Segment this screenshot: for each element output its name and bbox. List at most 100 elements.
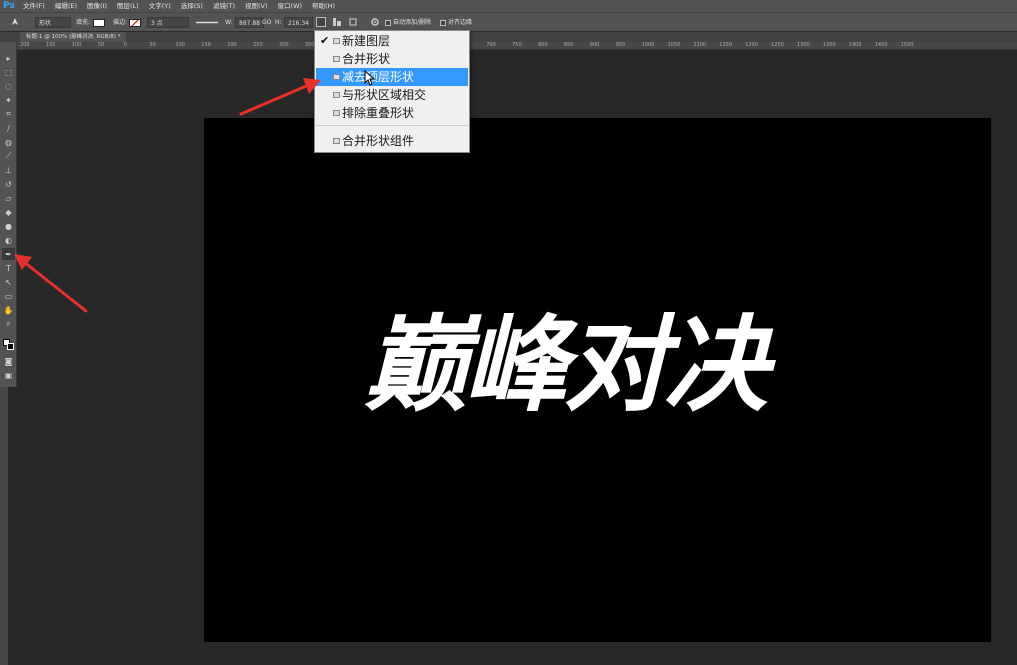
canvas-title-text: 巅峰对决 xyxy=(364,304,768,426)
stroke-type-select[interactable] xyxy=(194,17,220,28)
ruler-tick-label: 0 xyxy=(123,42,127,48)
screen-mode-icon[interactable]: ▣ xyxy=(2,369,15,381)
menu-bar: Ps 文件(F) 编辑(E) 图像(I) 图层(L) 文字(Y) 选择(S) 滤… xyxy=(0,0,1017,12)
clone-stamp-tool-icon[interactable]: ⊥ xyxy=(2,164,15,176)
ruler-tick-label: 1200 xyxy=(745,42,758,48)
path-arrangement-icon[interactable] xyxy=(348,17,358,27)
new-layer-icon xyxy=(333,38,340,44)
menu-item-exclude-overlapping[interactable]: 排除重叠形状 xyxy=(316,104,468,122)
gear-icon[interactable] xyxy=(370,17,380,27)
combine-shapes-icon xyxy=(333,56,340,62)
checkmark-icon: ✔ xyxy=(320,34,330,47)
vertical-ruler xyxy=(0,387,8,665)
subtract-shape-icon xyxy=(333,74,340,80)
options-bar: 形状 填充: 描边: 3 点 W: 887.88 GO H: 216.34 自动… xyxy=(0,12,1017,32)
menu-item-intersect-shapes[interactable]: 与形状区域相交 xyxy=(316,86,468,104)
ruler-tick-label: 1000 xyxy=(641,42,655,48)
menu-view[interactable]: 视图(V) xyxy=(240,0,273,12)
crop-tool-icon[interactable]: ⌗ xyxy=(2,108,15,120)
exclude-shape-icon xyxy=(333,110,340,116)
ruler-tick-label: 950 xyxy=(615,42,626,48)
menu-select[interactable]: 选择(S) xyxy=(176,0,208,12)
ruler-tick-label: 200 xyxy=(20,42,30,48)
ruler-tick-label: 1400 xyxy=(848,42,862,48)
align-edges-label: 对齐边缘 xyxy=(448,19,473,26)
width-label: W: xyxy=(225,19,233,26)
ruler-tick-label: 1350 xyxy=(822,42,836,48)
brush-tool-icon[interactable]: ⟋ xyxy=(2,150,15,162)
menu-item-new-layer[interactable]: ✔ 新建图层 xyxy=(316,32,468,50)
ruler-tick-label: 50 xyxy=(149,42,156,48)
menu-layer[interactable]: 图层(L) xyxy=(112,0,144,12)
ruler-tick-label: 100 xyxy=(175,42,185,48)
ruler-tick-label: 900 xyxy=(589,42,600,48)
auto-add-delete-label: 自动添加/删除 xyxy=(393,19,432,26)
background-color[interactable] xyxy=(7,343,14,350)
healing-brush-tool-icon[interactable]: ◍ xyxy=(2,136,15,148)
path-operations-icon[interactable] xyxy=(316,17,326,27)
align-edges-checkbox[interactable]: 对齐边缘 xyxy=(440,17,472,28)
height-input[interactable]: 216.34 xyxy=(284,17,313,28)
paint-bucket-tool-icon[interactable]: ◆ xyxy=(2,206,15,218)
link-icon[interactable]: GO xyxy=(262,17,271,28)
ruler-tick-label: 350 xyxy=(304,42,315,48)
width-input[interactable]: 887.88 xyxy=(235,17,264,28)
history-brush-tool-icon[interactable]: ↺ xyxy=(2,178,15,190)
eyedropper-tool-icon[interactable]: / xyxy=(2,122,15,134)
blur-tool-icon[interactable]: ● xyxy=(2,220,15,232)
document-tab-bar: 标题-1 @ 100% (巅峰对决, RGB/8) * xyxy=(0,32,1017,42)
menu-image[interactable]: 图像(I) xyxy=(82,0,112,12)
stroke-swatch[interactable] xyxy=(129,17,141,28)
lasso-tool-icon[interactable]: ◌ xyxy=(2,80,15,92)
menu-filter[interactable]: 滤镜(T) xyxy=(208,0,240,12)
ruler-tick-label: 1100 xyxy=(693,42,707,48)
menu-edit[interactable]: 编辑(E) xyxy=(50,0,82,12)
mouse-cursor-icon xyxy=(364,70,376,86)
toolbox: ▸ ⬚ ◌ ✦ ⌗ / ◍ ⟋ ⊥ ↺ ▱ ◆ ● ◐ ✒ T ↖ ▭ ✋ ⌕ … xyxy=(0,42,17,387)
path-alignment-icon[interactable] xyxy=(332,17,342,27)
move-tool-icon[interactable]: ▸ xyxy=(2,52,15,64)
ruler-tick-label: 1450 xyxy=(874,42,888,48)
marquee-tool-icon[interactable]: ⬚ xyxy=(2,66,15,78)
menu-item-merge-shape-components[interactable]: 合并形状组件 xyxy=(316,132,468,150)
ruler-tick-label: 800 xyxy=(538,42,548,48)
menu-window[interactable]: 窗口(W) xyxy=(273,0,308,12)
fill-swatch[interactable] xyxy=(93,17,105,28)
color-swatches[interactable] xyxy=(3,339,14,350)
menu-help[interactable]: 帮助(H) xyxy=(307,0,340,12)
menu-type[interactable]: 文字(Y) xyxy=(144,0,176,12)
merge-components-icon xyxy=(333,138,340,144)
path-operations-menu: ✔ 新建图层 合并形状 减去顶层形状 与形状区域相交 排除重叠形状 合并形状组件 xyxy=(314,30,470,153)
quick-select-tool-icon[interactable]: ✦ xyxy=(2,94,15,106)
menu-separator xyxy=(316,125,468,126)
menu-file[interactable]: 文件(F) xyxy=(18,0,50,12)
document-canvas[interactable]: 巅峰对决 xyxy=(204,118,991,642)
ruler-tick-label: 100 xyxy=(71,42,82,48)
zoom-tool-icon[interactable]: ⌕ xyxy=(2,318,15,330)
ruler-tick-label: 850 xyxy=(563,42,574,48)
quick-mask-icon[interactable]: ◙ xyxy=(2,355,15,367)
ruler-tick-label: 1250 xyxy=(771,42,784,48)
ruler-tick-label: 200 xyxy=(227,42,237,48)
ruler-tick-label: 1300 xyxy=(797,42,810,48)
height-label: H: xyxy=(275,19,282,26)
ruler-tick-label: 1050 xyxy=(667,42,681,48)
stroke-width-input[interactable]: 3 点 xyxy=(147,17,189,28)
menu-item-subtract-front-shape[interactable]: 减去顶层形状 xyxy=(316,68,468,86)
photoshop-logo: Ps xyxy=(3,1,15,11)
auto-add-delete-checkbox[interactable]: 自动添加/删除 xyxy=(385,17,431,28)
eraser-tool-icon[interactable]: ▱ xyxy=(2,192,15,204)
ruler-tick-label: 50 xyxy=(97,42,105,48)
intersect-shape-icon xyxy=(333,92,340,98)
document-tab[interactable]: 标题-1 @ 100% (巅峰对决, RGB/8) * xyxy=(20,32,127,42)
pen-tool-preset-icon[interactable] xyxy=(10,17,20,27)
horizontal-ruler: 2001501005005010015020025030035040045050… xyxy=(17,42,1017,50)
tool-mode-select[interactable]: 形状 xyxy=(35,17,71,28)
menu-item-combine-shapes[interactable]: 合并形状 xyxy=(316,50,468,68)
annotation-arrow-icon xyxy=(239,78,321,116)
dodge-tool-icon[interactable]: ◐ xyxy=(2,234,15,246)
ruler-tick-label: 150 xyxy=(45,42,56,48)
ruler-tick-label: 300 xyxy=(279,42,289,48)
ruler-tick-label: 1150 xyxy=(719,42,733,48)
ruler-tick-label: 250 xyxy=(253,42,263,48)
